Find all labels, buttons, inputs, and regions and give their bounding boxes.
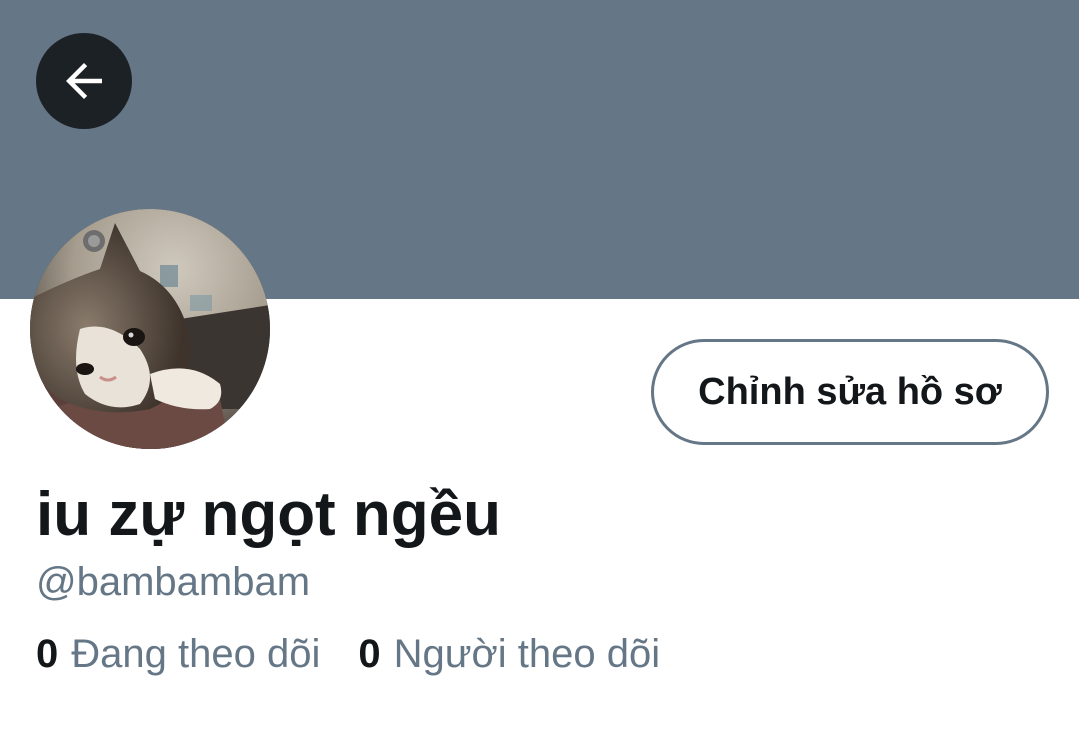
display-name: iu zự ngọt ngều — [36, 480, 502, 549]
user-handle: @bambambam — [36, 560, 311, 604]
arrow-left-icon — [66, 63, 102, 99]
following-label: Đang theo dõi — [71, 632, 321, 676]
follow-stats: 0 Đang theo dõi 0 Người theo dõi — [36, 630, 660, 678]
edit-profile-button[interactable]: Chỉnh sửa hồ sơ — [651, 339, 1049, 445]
cat-photo — [30, 209, 270, 449]
following-count: 0 — [36, 632, 59, 676]
avatar[interactable] — [30, 209, 270, 449]
followers-stat[interactable]: 0 Người theo dõi — [358, 630, 660, 678]
back-button[interactable] — [36, 33, 132, 129]
followers-label: Người theo dõi — [393, 632, 661, 676]
followers-count: 0 — [358, 632, 381, 676]
following-stat[interactable]: 0 Đang theo dõi — [36, 630, 320, 678]
profile-screen: Chỉnh sửa hồ sơ iu zự ngọt ngều @bambamb… — [0, 0, 1079, 751]
